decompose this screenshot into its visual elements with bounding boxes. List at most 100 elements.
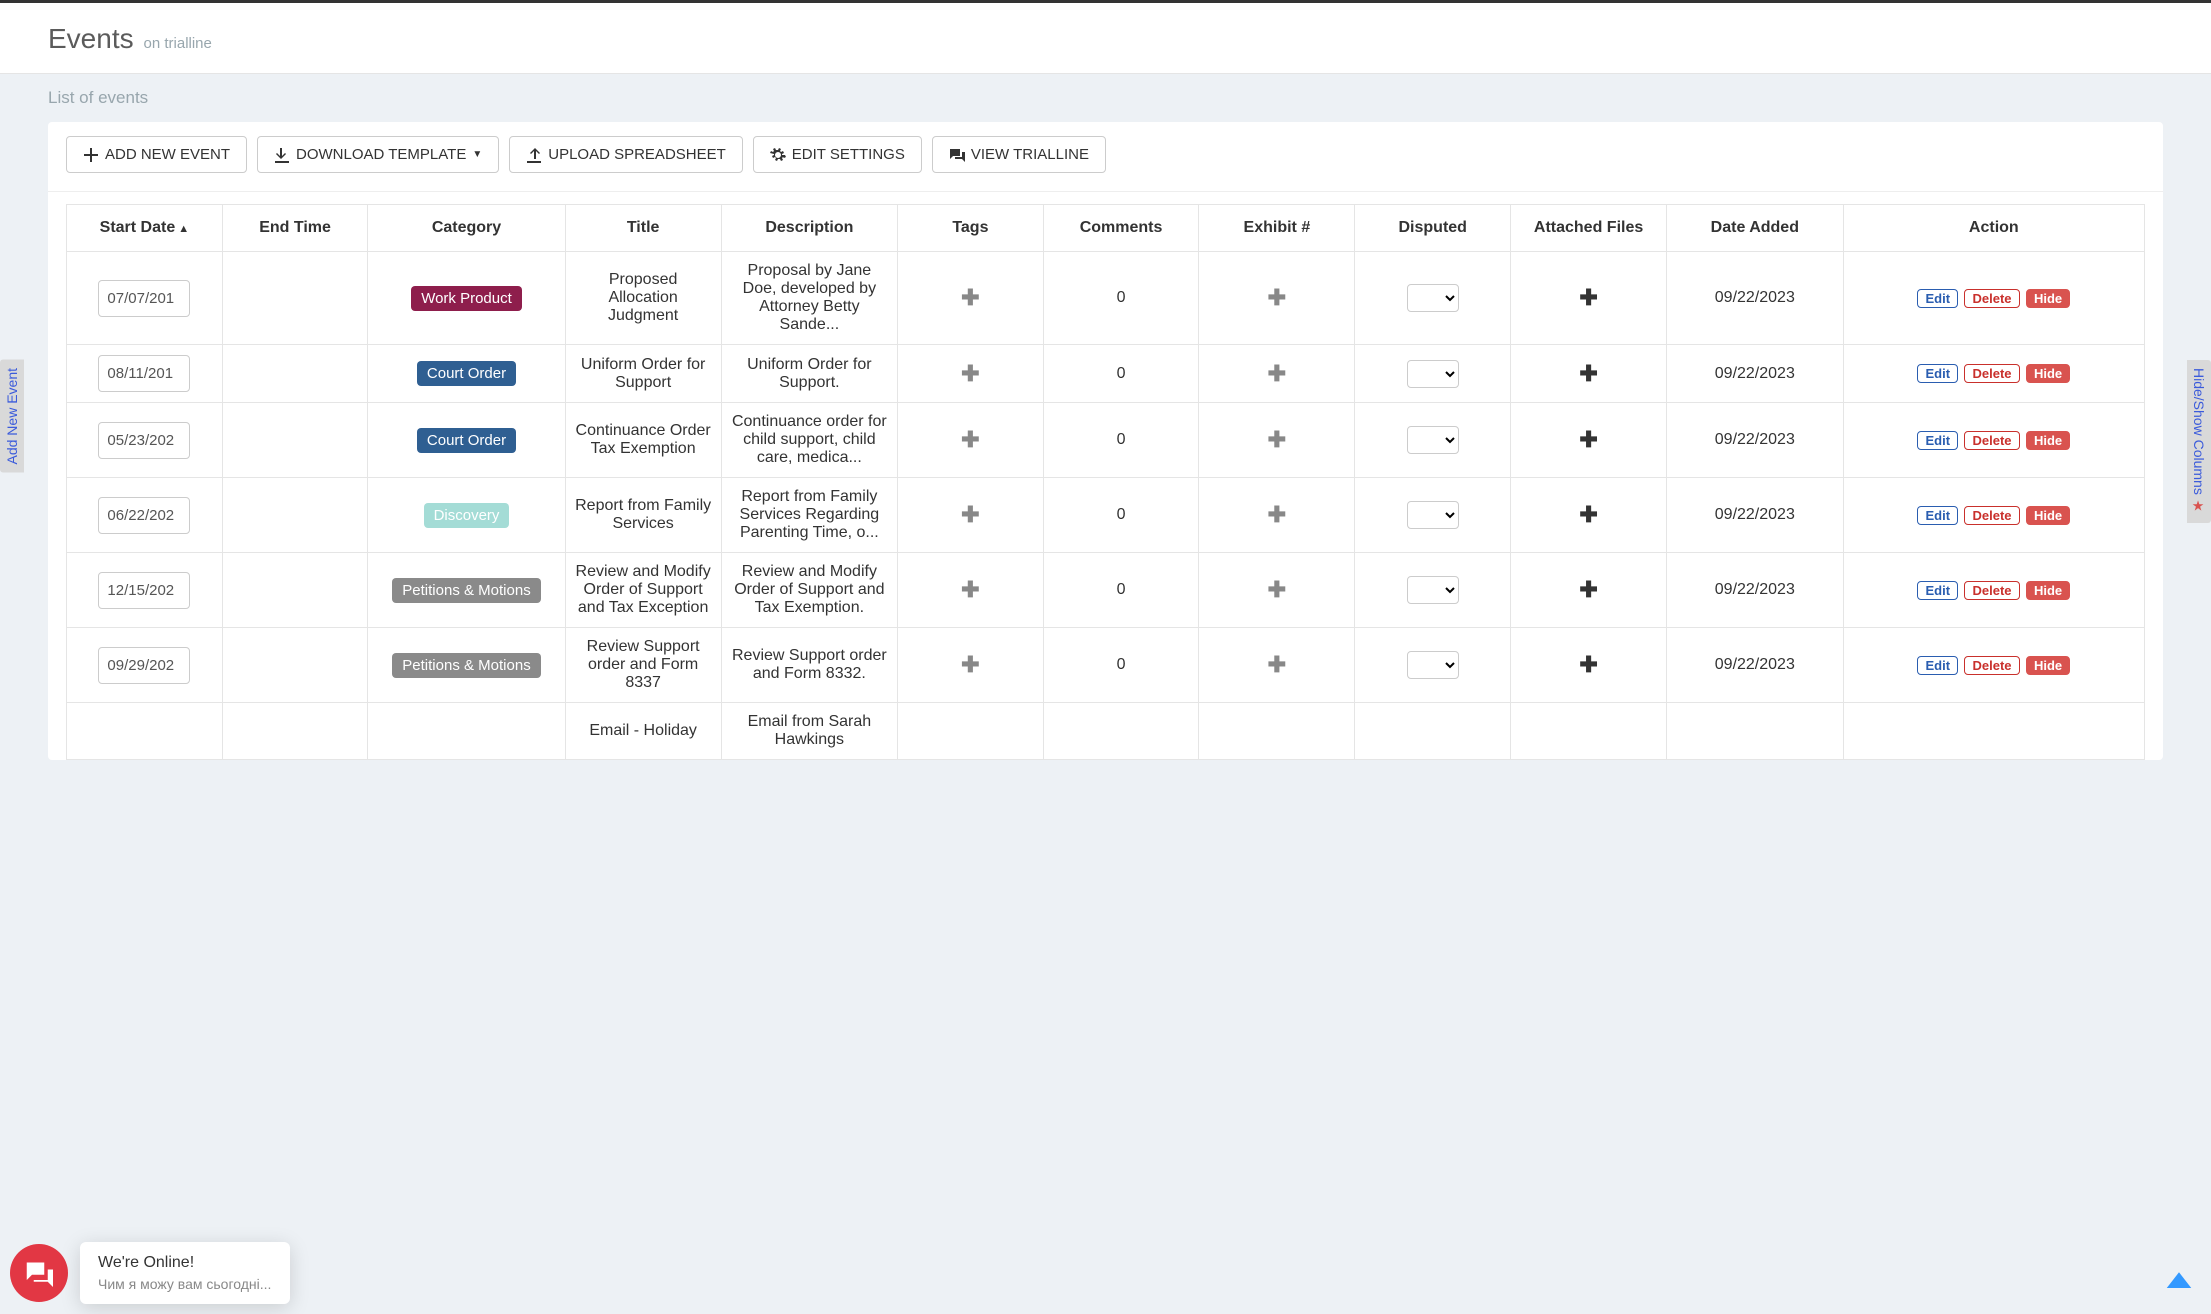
end-time-cell: [222, 345, 367, 403]
start-date-input[interactable]: [98, 355, 190, 392]
view-trialline-button[interactable]: VIEW TRIALLINE: [932, 136, 1106, 173]
disputed-select[interactable]: [1407, 284, 1459, 312]
upload-spreadsheet-label: UPLOAD SPREADSHEET: [548, 146, 726, 163]
add-tag-icon[interactable]: ✚: [961, 577, 979, 602]
col-start-date[interactable]: Start Date: [67, 205, 223, 252]
add-file-icon[interactable]: ✚: [1579, 361, 1597, 386]
col-tags[interactable]: Tags: [898, 205, 1043, 252]
hide-button[interactable]: Hide: [2026, 581, 2070, 600]
page-header: Events on trialline: [0, 3, 2211, 74]
plus-icon: [83, 147, 99, 163]
delete-button[interactable]: Delete: [1964, 364, 2019, 383]
date-added-cell: [1667, 703, 1844, 760]
start-date-input[interactable]: [98, 647, 190, 684]
col-date-added[interactable]: Date Added: [1667, 205, 1844, 252]
edit-button[interactable]: Edit: [1917, 656, 1958, 675]
date-added-cell: 09/22/2023: [1667, 252, 1844, 345]
start-date-input[interactable]: [98, 422, 190, 459]
add-file-icon[interactable]: ✚: [1579, 652, 1597, 677]
table-row: Court Order Uniform Order for Support Un…: [67, 345, 2145, 403]
start-date-input[interactable]: [98, 572, 190, 609]
description-cell: Uniform Order for Support.: [721, 345, 898, 403]
add-new-event-button[interactable]: ADD NEW EVENT: [66, 136, 247, 173]
category-badge: Court Order: [417, 361, 516, 386]
title-cell: Review and Modify Order of Support and T…: [565, 553, 721, 628]
hide-button[interactable]: Hide: [2026, 431, 2070, 450]
add-exhibit-icon[interactable]: ✚: [1268, 652, 1286, 677]
add-tag-icon[interactable]: ✚: [961, 652, 979, 677]
hide-button[interactable]: Hide: [2026, 506, 2070, 525]
col-title[interactable]: Title: [565, 205, 721, 252]
hide-button[interactable]: Hide: [2026, 364, 2070, 383]
page-subtitle: on trialline: [144, 35, 212, 52]
add-tag-icon[interactable]: ✚: [961, 285, 979, 310]
download-template-button[interactable]: DOWNLOAD TEMPLATE ▼: [257, 136, 499, 173]
add-tag-icon[interactable]: ✚: [961, 361, 979, 386]
side-tab-hide-columns[interactable]: Hide/Show Columns ★: [2187, 360, 2211, 523]
chat-card[interactable]: We're Online! Чим я можу вам сьогодні...: [80, 1242, 290, 1304]
delete-button[interactable]: Delete: [1964, 581, 2019, 600]
add-exhibit-icon[interactable]: ✚: [1268, 285, 1286, 310]
add-exhibit-icon[interactable]: ✚: [1268, 361, 1286, 386]
scroll-to-top-button[interactable]: [2165, 1267, 2193, 1302]
title-cell: Review Support order and Form 8337: [565, 628, 721, 703]
edit-button[interactable]: Edit: [1917, 581, 1958, 600]
star-icon: ★: [2191, 499, 2207, 515]
add-file-icon[interactable]: ✚: [1579, 577, 1597, 602]
description-cell: Email from Sarah Hawkings: [721, 703, 898, 760]
comments-cell: 0: [1043, 252, 1199, 345]
events-table: Start Date End Time Category Title Descr…: [66, 204, 2145, 760]
start-date-input[interactable]: [98, 497, 190, 534]
delete-button[interactable]: Delete: [1964, 656, 2019, 675]
delete-button[interactable]: Delete: [1964, 506, 2019, 525]
comments-cell: 0: [1043, 478, 1199, 553]
title-cell: Email - Holiday: [565, 703, 721, 760]
end-time-cell: [222, 403, 367, 478]
start-date-input[interactable]: [98, 280, 190, 317]
add-tag-icon[interactable]: ✚: [961, 427, 979, 452]
add-exhibit-icon[interactable]: ✚: [1268, 502, 1286, 527]
side-tab-add-event[interactable]: Add New Event: [0, 360, 24, 473]
disputed-select[interactable]: [1407, 360, 1459, 388]
add-exhibit-icon[interactable]: ✚: [1268, 577, 1286, 602]
disputed-select[interactable]: [1407, 501, 1459, 529]
col-action[interactable]: Action: [1843, 205, 2144, 252]
hide-button[interactable]: Hide: [2026, 656, 2070, 675]
disputed-select[interactable]: [1407, 576, 1459, 604]
hide-button[interactable]: Hide: [2026, 289, 2070, 308]
category-badge: Court Order: [417, 428, 516, 453]
edit-button[interactable]: Edit: [1917, 431, 1958, 450]
upload-spreadsheet-button[interactable]: UPLOAD SPREADSHEET: [509, 136, 743, 173]
delete-button[interactable]: Delete: [1964, 431, 2019, 450]
add-exhibit-icon[interactable]: ✚: [1268, 427, 1286, 452]
col-description[interactable]: Description: [721, 205, 898, 252]
date-added-cell: 09/22/2023: [1667, 345, 1844, 403]
col-category[interactable]: Category: [368, 205, 565, 252]
add-file-icon[interactable]: ✚: [1579, 285, 1597, 310]
edit-button[interactable]: Edit: [1917, 364, 1958, 383]
col-attached[interactable]: Attached Files: [1511, 205, 1667, 252]
edit-button[interactable]: Edit: [1917, 289, 1958, 308]
add-tag-icon[interactable]: ✚: [961, 502, 979, 527]
chat-widget[interactable]: We're Online! Чим я можу вам сьогодні...: [10, 1242, 290, 1304]
chat-bubble-icon[interactable]: [10, 1244, 68, 1302]
col-disputed[interactable]: Disputed: [1355, 205, 1511, 252]
disputed-select[interactable]: [1407, 426, 1459, 454]
edit-settings-button[interactable]: EDIT SETTINGS: [753, 136, 922, 173]
col-exhibit[interactable]: Exhibit #: [1199, 205, 1355, 252]
page-title: Events: [48, 23, 134, 54]
disputed-select[interactable]: [1407, 651, 1459, 679]
edit-button[interactable]: Edit: [1917, 506, 1958, 525]
download-template-label: DOWNLOAD TEMPLATE: [296, 146, 466, 163]
delete-button[interactable]: Delete: [1964, 289, 2019, 308]
category-badge: Discovery: [424, 503, 510, 528]
add-file-icon[interactable]: ✚: [1579, 502, 1597, 527]
title-cell: Continuance Order Tax Exemption: [565, 403, 721, 478]
end-time-cell: [222, 628, 367, 703]
col-end-time[interactable]: End Time: [222, 205, 367, 252]
title-cell: Report from Family Services: [565, 478, 721, 553]
description-cell: Proposal by Jane Doe, developed by Attor…: [721, 252, 898, 345]
add-file-icon[interactable]: ✚: [1579, 427, 1597, 452]
col-comments[interactable]: Comments: [1043, 205, 1199, 252]
comments-cell: 0: [1043, 553, 1199, 628]
